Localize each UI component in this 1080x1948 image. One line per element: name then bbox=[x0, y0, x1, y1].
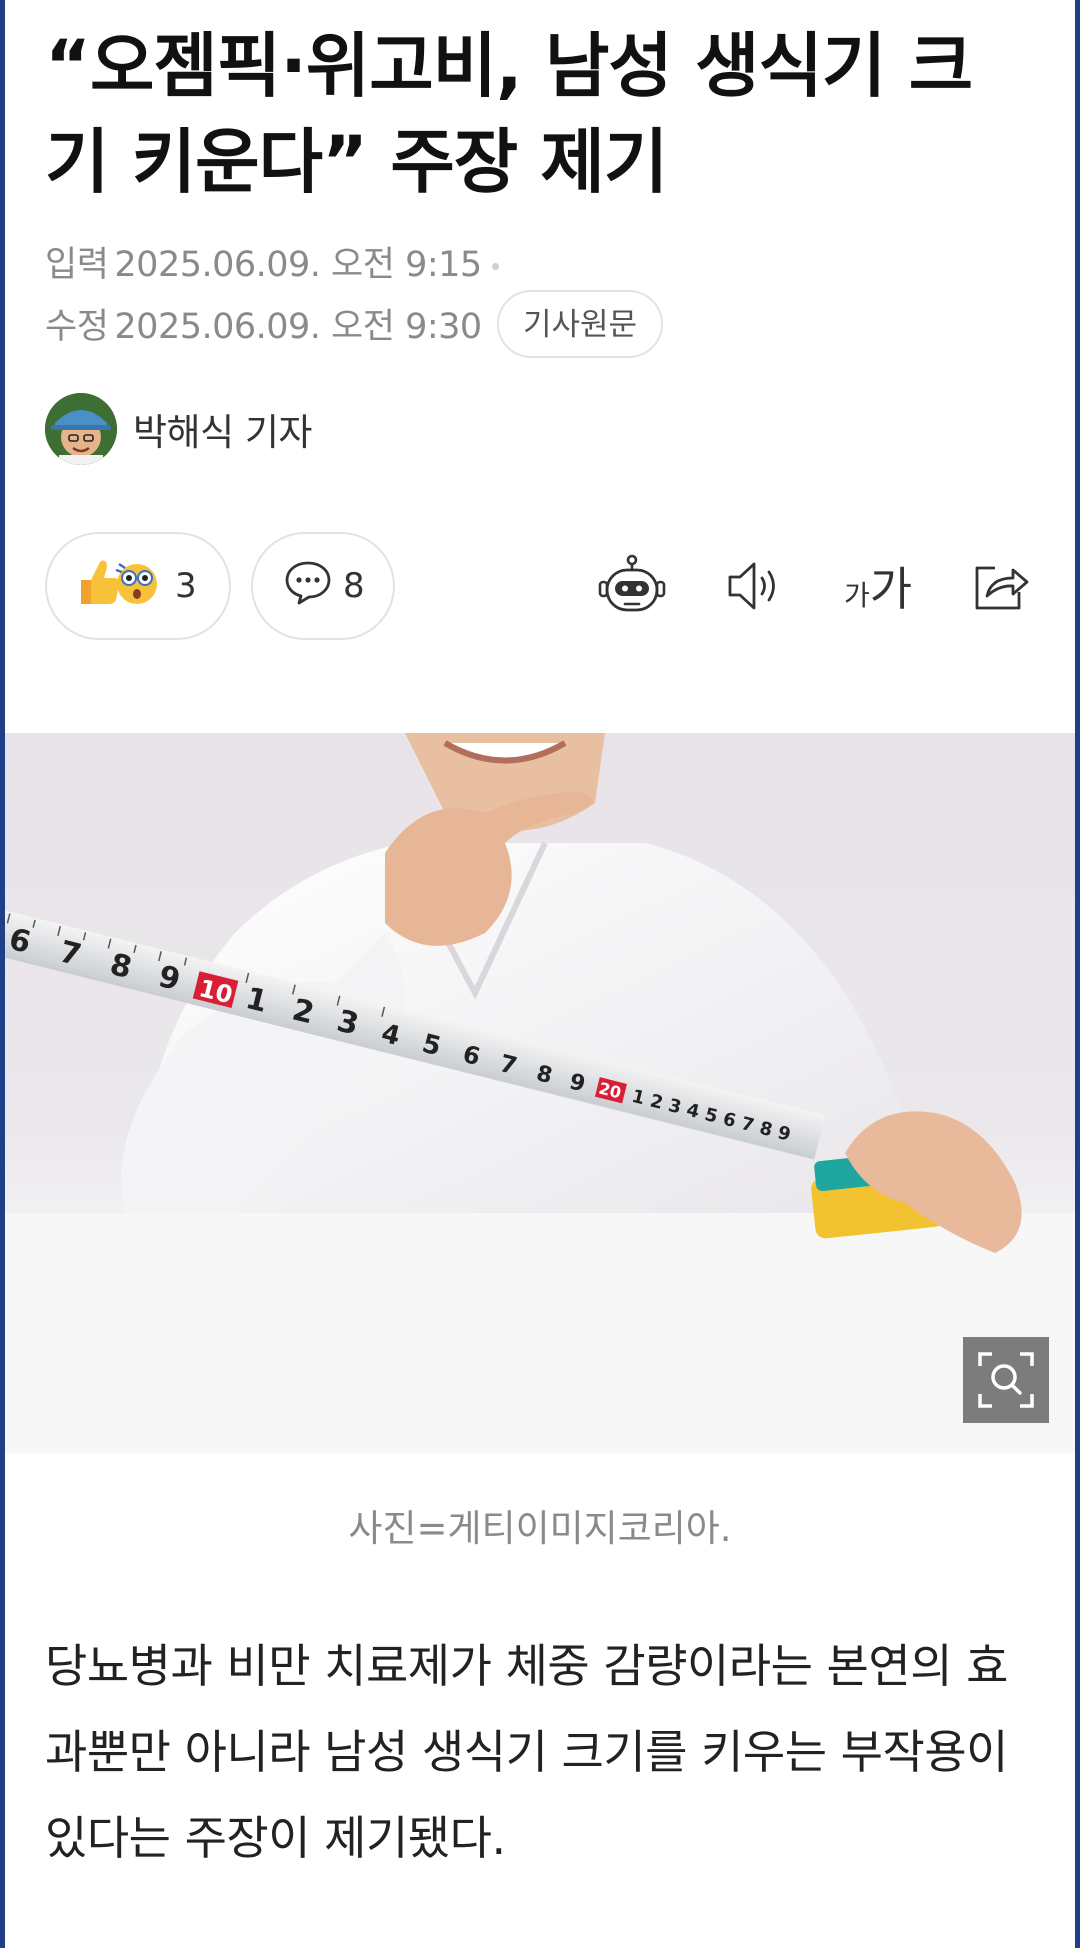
font-size-icon[interactable]: 가가 bbox=[838, 546, 918, 626]
reaction-button[interactable]: 3 bbox=[45, 532, 231, 640]
article-body-paragraph: 당뇨병과 비만 치료제가 체중 감량이라는 본연의 효과뿐만 아니라 남성 생식… bbox=[45, 1639, 1008, 1865]
font-size-label: 가가 bbox=[843, 562, 913, 616]
speech-bubble-icon bbox=[283, 558, 333, 615]
robot-icon[interactable] bbox=[592, 546, 672, 626]
author-avatar bbox=[45, 393, 117, 465]
modified-time: 수정 2025.06.09. 오전 9:30 bbox=[45, 298, 482, 349]
author-info[interactable]: 박해식 기자 bbox=[45, 392, 312, 466]
reaction-count: 3 bbox=[175, 566, 197, 606]
article-photo[interactable]: 6 7 8 9 10 1 2 3 4 5 6 7 8 9 20 1 2 3 4 … bbox=[5, 733, 1075, 1453]
share-icon[interactable] bbox=[960, 546, 1040, 626]
zoom-magnifier-icon[interactable] bbox=[963, 1337, 1049, 1423]
modified-value: 2025.06.09. 오전 9:30 bbox=[114, 307, 482, 347]
published-label: 입력 bbox=[45, 245, 109, 285]
speaker-icon[interactable] bbox=[715, 546, 795, 626]
thumbs-up-and-surprised-emoji-icon bbox=[75, 554, 165, 619]
author-name: 박해식 기자 bbox=[133, 411, 312, 454]
device-frame-right bbox=[1075, 0, 1080, 1948]
photo-illustration: 6 7 8 9 10 1 2 3 4 5 6 7 8 9 20 1 2 3 4 … bbox=[5, 733, 1075, 1453]
article-page: “오젬픽·위고비, 남성 생식기 크기 키운다” 주장 제기 입력 2025.06… bbox=[5, 0, 1075, 1948]
published-time: 입력 2025.06.09. 오전 9:15 bbox=[45, 236, 499, 287]
original-article-button[interactable]: 기사원문 bbox=[497, 290, 664, 358]
meta-separator-dot bbox=[491, 262, 499, 270]
modified-label: 수정 bbox=[45, 307, 109, 347]
photo-caption: 사진=게티이미지코리아. bbox=[348, 1507, 732, 1550]
comment-count: 8 bbox=[343, 566, 365, 606]
comment-button[interactable]: 8 bbox=[251, 532, 395, 640]
published-value: 2025.06.09. 오전 9:15 bbox=[114, 245, 482, 285]
article-headline: “오젬픽·위고비, 남성 생식기 크기 키운다” 주장 제기 bbox=[45, 25, 973, 203]
